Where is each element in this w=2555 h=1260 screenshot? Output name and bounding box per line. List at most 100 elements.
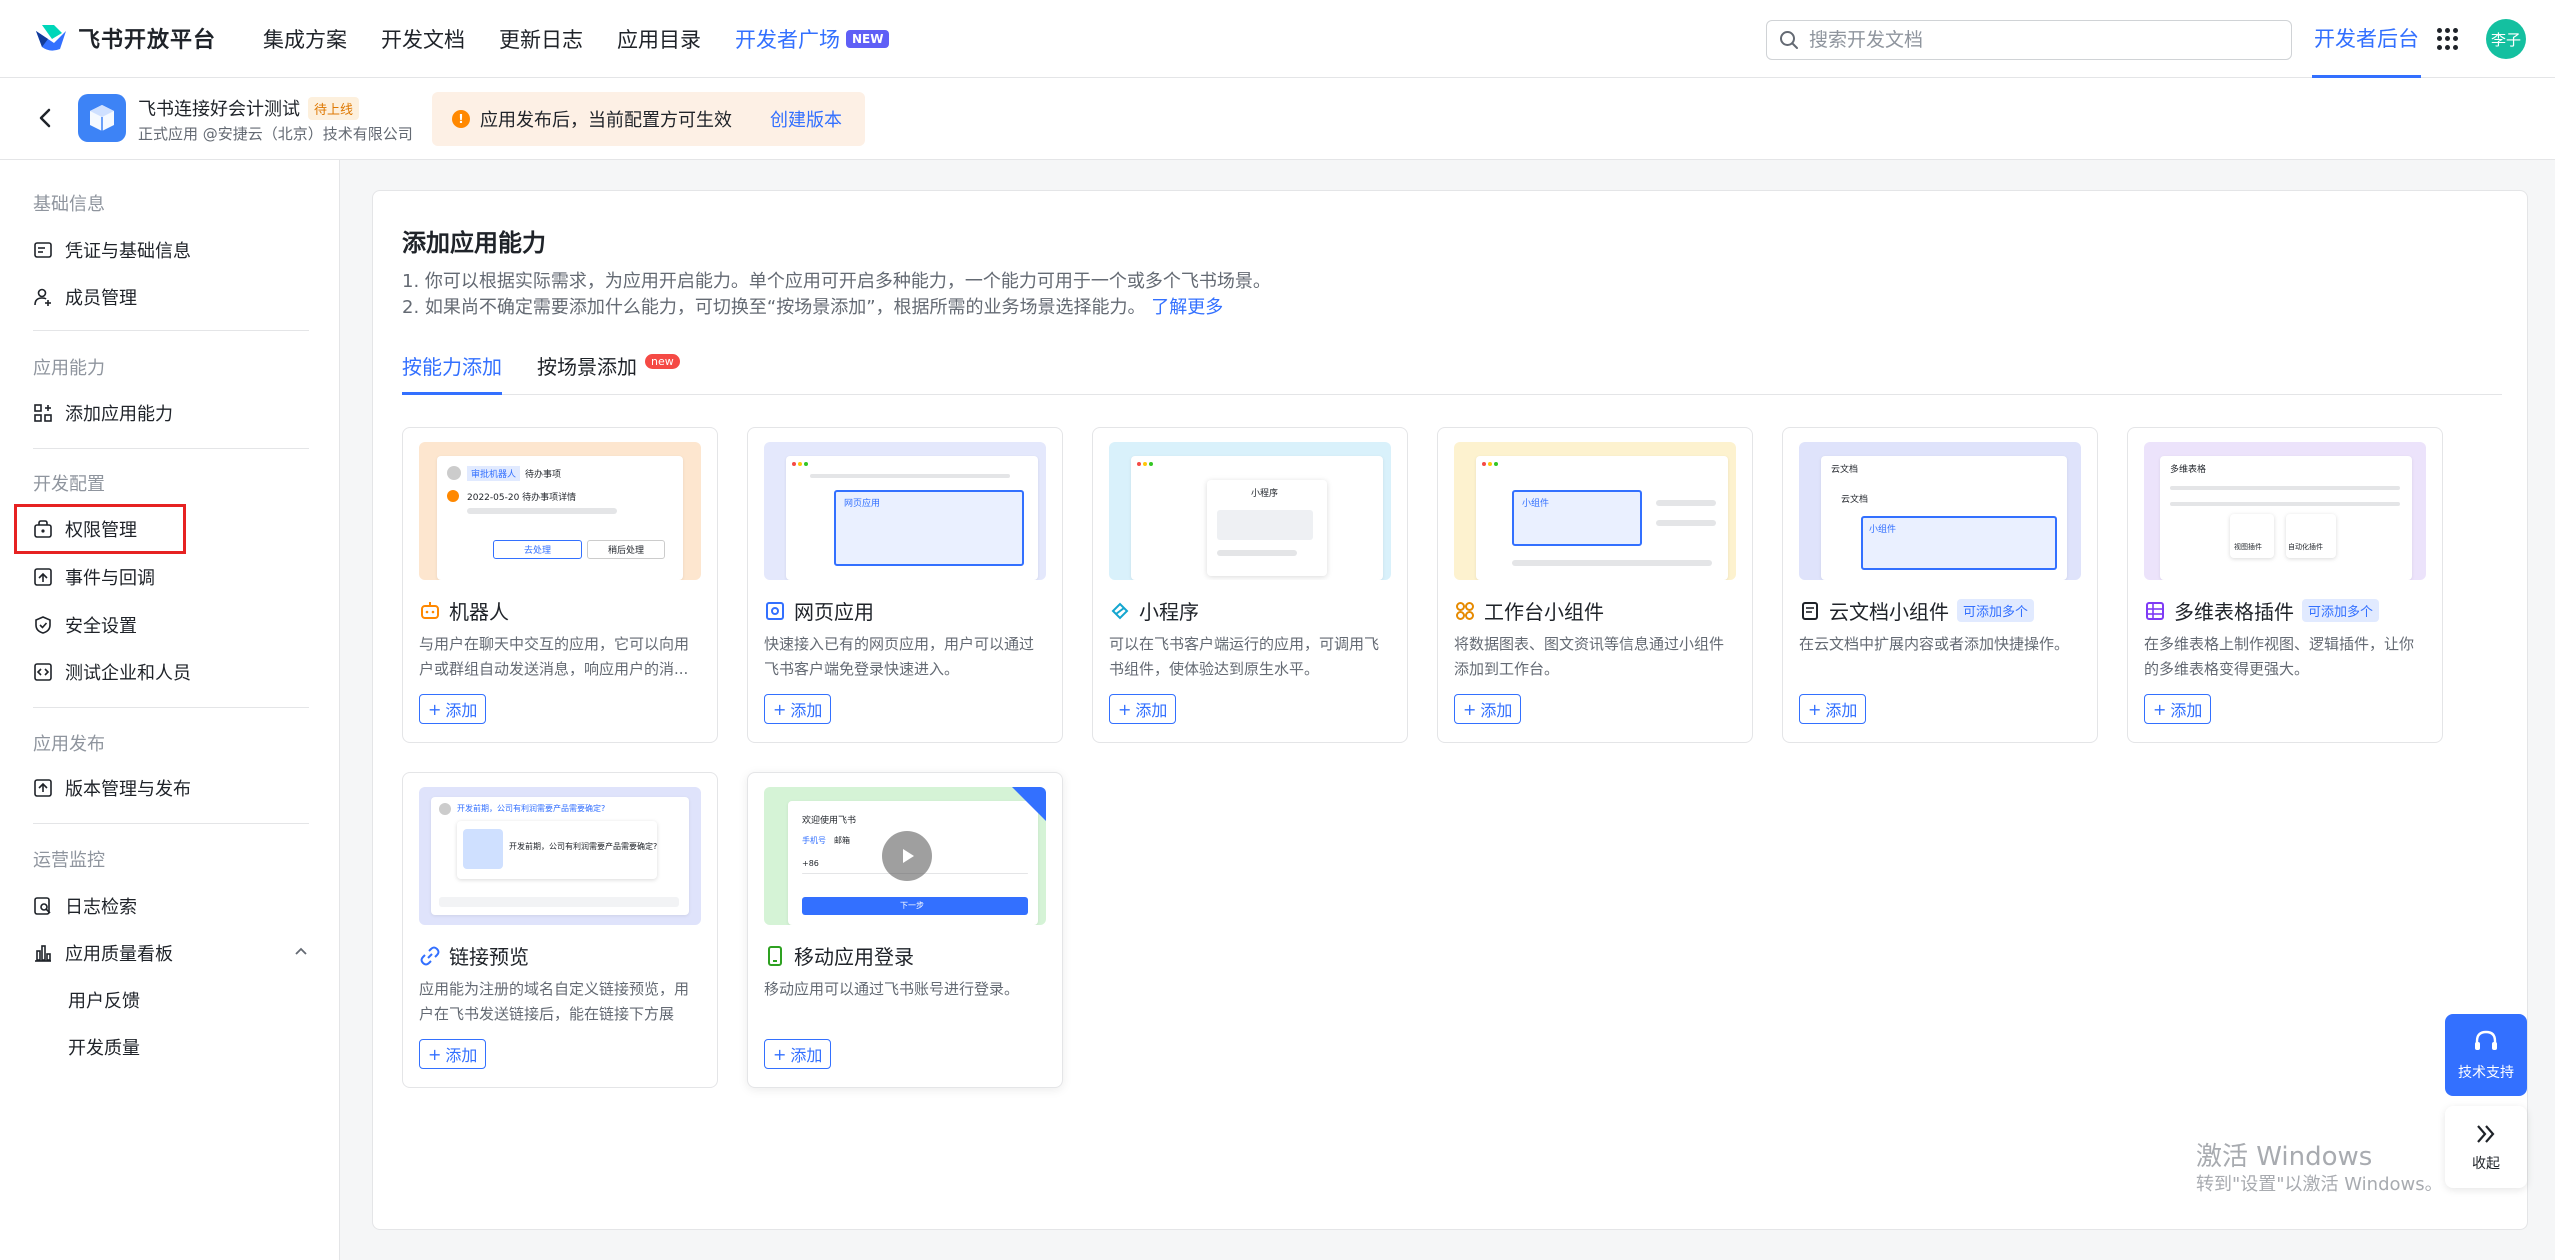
tech-support-button[interactable]: 技术支持 xyxy=(2445,1014,2527,1096)
base-thumb-plugin-1: 视图插件 xyxy=(2234,543,2262,551)
sidebar-item-quality[interactable]: 应用质量看板 xyxy=(33,938,173,968)
sidebar-item-label: 应用质量看板 xyxy=(65,944,173,965)
sidebar-item-dev-quality[interactable]: 开发质量 xyxy=(68,1032,140,1062)
card-title-text: 移动应用登录 xyxy=(794,945,914,969)
nav-developer-plaza[interactable]: 开发者广场 NEW xyxy=(735,24,890,54)
top-navigation-bar: 飞书开放平台 集成方案 开发文档 更新日志 应用目录 开发者广场 NEW 开发者… xyxy=(0,0,2555,78)
sidebar: 基础信息 凭证与基础信息 成员管理 应用能力 添加应用能力 开发配置 权限管理 … xyxy=(0,160,340,1260)
card-title: 机器人 xyxy=(419,596,509,625)
add-button-label: 添加 xyxy=(445,701,478,720)
capability-card-base-plugin[interactable]: 多维表格 视图插件 自动化插件 多维表格插件 可添加多个 在多维表格上制作视图、… xyxy=(2127,427,2443,743)
capability-card-workplace-widget[interactable]: 小组件 工作台小组件 将数据图表、图文资讯等信息通过小组件添加到工作台。 + 添… xyxy=(1437,427,1753,743)
robot-thumb-msg: 待办事项 xyxy=(525,470,562,480)
card-title-text: 链接预览 xyxy=(449,945,529,969)
add-web-app-button[interactable]: + 添加 xyxy=(764,694,832,724)
mobile-thumb-code: +86 xyxy=(802,859,819,868)
sidebar-section-publish: 应用发布 xyxy=(33,734,105,755)
card-title: 小程序 xyxy=(1109,596,1199,625)
tab-bar: 按能力添加 按场景添加 new xyxy=(402,351,2502,395)
shield-icon xyxy=(35,616,51,634)
base-thumb-plugin-2: 自动化插件 xyxy=(2288,543,2323,551)
chevron-up-icon[interactable] xyxy=(294,944,308,958)
sidebar-item-label: 用户反馈 xyxy=(68,991,140,1012)
link-thumb-msg-2: 开发前期，公司有利润需要产品需要确定? xyxy=(509,842,658,851)
description-text: 2. 如果尚不确定需要添加什么能力，可切换至“按场景添加”，根据所需的业务场景选… xyxy=(402,297,1146,318)
app-name-text: 飞书连接好会计测试 xyxy=(138,99,300,120)
sidebar-item-label: 日志检索 xyxy=(65,897,137,918)
publish-notice: ! 应用发布后，当前配置方可生效 创建版本 xyxy=(432,92,865,146)
capability-card-robot[interactable]: 审批机器人 待办事项 2022-05-20 待办事项详情 去处理 稍后处理 机器… xyxy=(402,427,718,743)
page-title: 添加应用能力 xyxy=(402,229,546,257)
card-description: 与用户在聊天中交互的应用，它可以向用户或群组自动发送消息，响应用户的消... xyxy=(419,635,690,678)
code-icon xyxy=(34,663,52,681)
card-title-text: 多维表格插件 xyxy=(2174,600,2294,624)
mobile-thumb-next: 下一步 xyxy=(900,901,924,910)
developer-console-link[interactable]: 开发者后台 xyxy=(2312,0,2421,78)
card-title: 网页应用 xyxy=(764,596,874,625)
create-version-link[interactable]: 创建版本 xyxy=(770,106,842,132)
sidebar-item-members[interactable]: 成员管理 xyxy=(33,282,137,312)
add-doc-widget-button[interactable]: + 添加 xyxy=(1799,694,1867,724)
nav-developer-plaza-label: 开发者广场 xyxy=(735,28,840,52)
tab-by-scenario[interactable]: 按场景添加 new xyxy=(537,351,680,395)
card-title: 链接预览 xyxy=(419,941,529,970)
sidebar-item-feedback[interactable]: 用户反馈 xyxy=(68,985,140,1015)
new-badge: NEW xyxy=(846,30,890,48)
sidebar-item-events[interactable]: 事件与回调 xyxy=(33,562,155,592)
mobile-phone-icon xyxy=(768,945,782,966)
brand[interactable]: 飞书开放平台 xyxy=(34,22,216,54)
sidebar-item-label: 添加应用能力 xyxy=(65,404,173,425)
collapse-button[interactable]: 收起 xyxy=(2445,1106,2527,1188)
sidebar-item-security[interactable]: 安全设置 xyxy=(33,610,137,640)
web-app-thumbnail: 网页应用 xyxy=(764,442,1046,580)
sidebar-item-logs[interactable]: 日志检索 xyxy=(33,891,137,921)
search-box[interactable] xyxy=(1766,20,2292,60)
nav-changelog[interactable]: 更新日志 xyxy=(499,24,583,54)
document-icon xyxy=(1802,601,1818,620)
sidebar-item-add-capability[interactable]: 添加应用能力 xyxy=(33,398,173,428)
card-description: 应用能为注册的域名自定义链接预览，用户在飞书发送链接后，能在链接下方展示... xyxy=(419,980,690,1023)
capability-card-web-app[interactable]: 网页应用 网页应用 快速接入已有的网页应用，用户可以通过飞书客户端免登录快速进入… xyxy=(747,427,1063,743)
avatar[interactable]: 李子 xyxy=(2486,19,2526,59)
apps-grid-icon[interactable] xyxy=(2437,28,2459,50)
card-title-text: 小程序 xyxy=(1139,600,1199,624)
nav-app-directory[interactable]: 应用目录 xyxy=(617,24,701,54)
search-input[interactable] xyxy=(1809,29,2269,51)
feishu-logo-icon xyxy=(36,25,66,51)
sidebar-item-test-company[interactable]: 测试企业和人员 xyxy=(33,657,191,687)
add-button-label: 添加 xyxy=(1825,701,1858,720)
tab-by-scenario-label: 按场景添加 xyxy=(537,355,637,379)
add-base-plugin-button[interactable]: + 添加 xyxy=(2144,694,2212,724)
sidebar-section-capability: 应用能力 xyxy=(33,358,105,379)
cube-icon xyxy=(90,105,114,131)
card-description: 在云文档中扩展内容或者添加快捷操作。 xyxy=(1799,635,2070,653)
sidebar-item-versions[interactable]: 版本管理与发布 xyxy=(33,773,191,803)
add-button-label: 添加 xyxy=(445,1046,478,1065)
search-icon xyxy=(1780,31,1798,49)
nav-solutions[interactable]: 集成方案 xyxy=(263,24,347,54)
add-robot-button[interactable]: + 添加 xyxy=(419,694,487,724)
add-mini-program-button[interactable]: + 添加 xyxy=(1109,694,1177,724)
upload-icon xyxy=(34,779,52,797)
collapse-label: 收起 xyxy=(2472,1156,2500,1172)
add-workplace-widget-button[interactable]: + 添加 xyxy=(1454,694,1522,724)
mobile-thumb-title: 欢迎使用飞书 xyxy=(802,816,857,826)
back-arrow-icon[interactable] xyxy=(34,106,58,130)
link-icon xyxy=(420,946,440,965)
nav-docs[interactable]: 开发文档 xyxy=(381,24,465,54)
play-video-icon[interactable] xyxy=(882,831,932,881)
capability-card-mobile-login[interactable]: 欢迎使用飞书 手机号 邮箱 +86 下一步 移动应用登录 移动应用可以通过飞书账… xyxy=(747,772,1063,1088)
sidebar-item-label: 测试企业和人员 xyxy=(65,663,191,684)
add-button-label: 添加 xyxy=(790,1046,823,1065)
sidebar-item-credentials[interactable]: 凭证与基础信息 xyxy=(33,235,191,265)
capability-card-mini-program[interactable]: 小程序 小程序 可以在飞书客户端运行的应用，可调用飞书组件，使体验达到原生水平。… xyxy=(1092,427,1408,743)
tab-by-capability[interactable]: 按能力添加 xyxy=(402,351,502,395)
highlight-annotation xyxy=(14,504,186,554)
add-link-preview-button[interactable]: + 添加 xyxy=(419,1039,487,1069)
learn-more-link[interactable]: 了解更多 xyxy=(1151,297,1223,318)
add-button-label: 添加 xyxy=(1480,701,1513,720)
sidebar-item-label: 成员管理 xyxy=(65,288,137,309)
capability-card-doc-widget[interactable]: 云文档 云文档 小组件 云文档小组件 可添加多个 在云文档中扩展内容或者添加快捷… xyxy=(1782,427,2098,743)
add-mobile-login-button[interactable]: + 添加 xyxy=(764,1039,832,1069)
capability-card-link-preview[interactable]: 开发前期，公司有利润需要产品需要确定? 开发前期，公司有利润需要产品需要确定? … xyxy=(402,772,718,1088)
